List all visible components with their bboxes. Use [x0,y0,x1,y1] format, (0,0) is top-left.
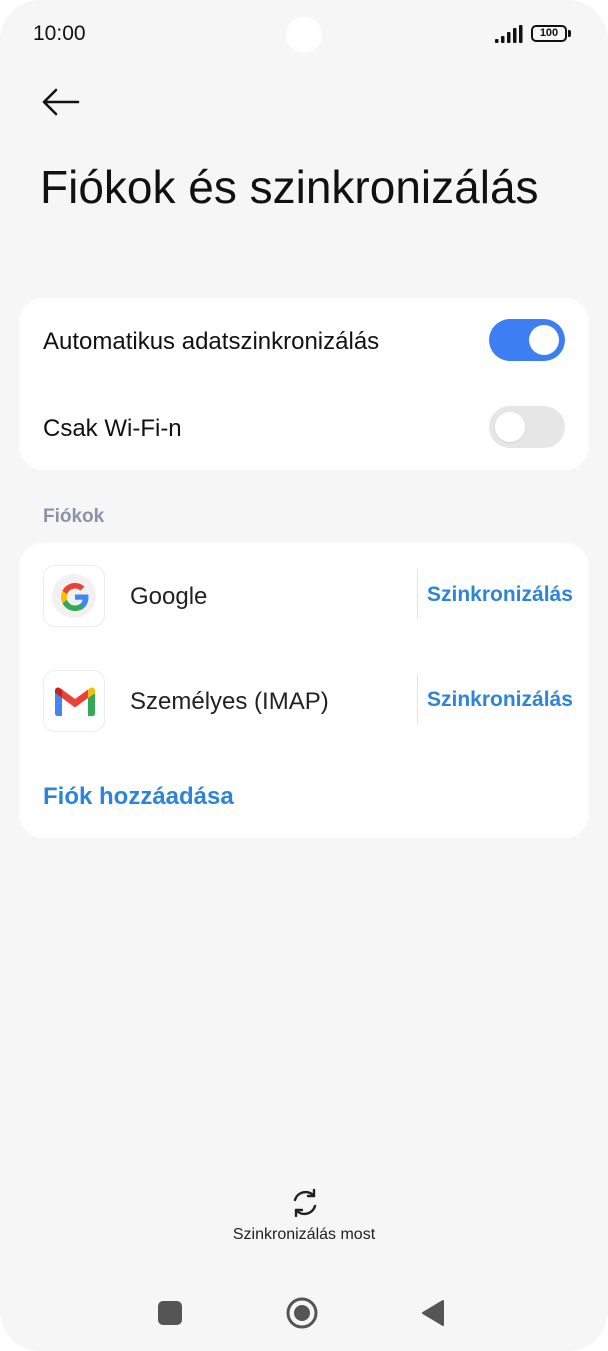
nav-back-button[interactable] [421,1299,445,1327]
google-icon [43,565,105,627]
wifi-only-label: Csak Wi-Fi-n [43,415,182,442]
signal-bars-icon [495,25,523,43]
account-name: Google [130,583,208,610]
accounts-section-label: Fiókok [43,506,105,527]
sync-settings-card: Automatikus adatszinkronizálás Csak Wi-F… [19,298,589,470]
back-button[interactable] [36,80,88,124]
recent-apps-button[interactable] [158,1301,182,1325]
sync-imap-button[interactable]: Szinkronizálás [427,688,573,712]
auto-sync-label: Automatikus adatszinkronizálás [43,328,380,355]
auto-sync-toggle[interactable] [489,319,565,361]
add-account-link[interactable]: Fiók hozzáadása [43,783,234,811]
battery-icon: 100 [531,25,571,42]
camera-cutout [286,17,322,53]
accounts-card: Google Szinkronizálás Személyes (IMAP) S… [19,543,589,838]
account-row-google[interactable]: Google Szinkronizálás [19,555,589,635]
account-name: Személyes (IMAP) [130,688,329,715]
account-row-imap[interactable]: Személyes (IMAP) Szinkronizálás [19,660,589,740]
gmail-icon [43,670,105,732]
arrow-left-icon [42,88,80,116]
battery-level: 100 [531,25,567,42]
phone-screen: 10:00 100 Fiókok és szinkronizálás Autom… [0,0,608,1351]
home-button[interactable] [286,1297,318,1329]
sync-now-label: Szinkronizálás most [232,1226,376,1243]
page-title: Fiókok és szinkronizálás [40,161,539,213]
divider [417,674,418,724]
divider [417,569,418,619]
sync-google-button[interactable]: Szinkronizálás [427,583,573,607]
sync-now-button[interactable]: Szinkronizálás most [204,1184,404,1248]
status-time: 10:00 [33,22,86,45]
sync-icon [293,1188,317,1218]
wifi-only-toggle[interactable] [489,406,565,448]
